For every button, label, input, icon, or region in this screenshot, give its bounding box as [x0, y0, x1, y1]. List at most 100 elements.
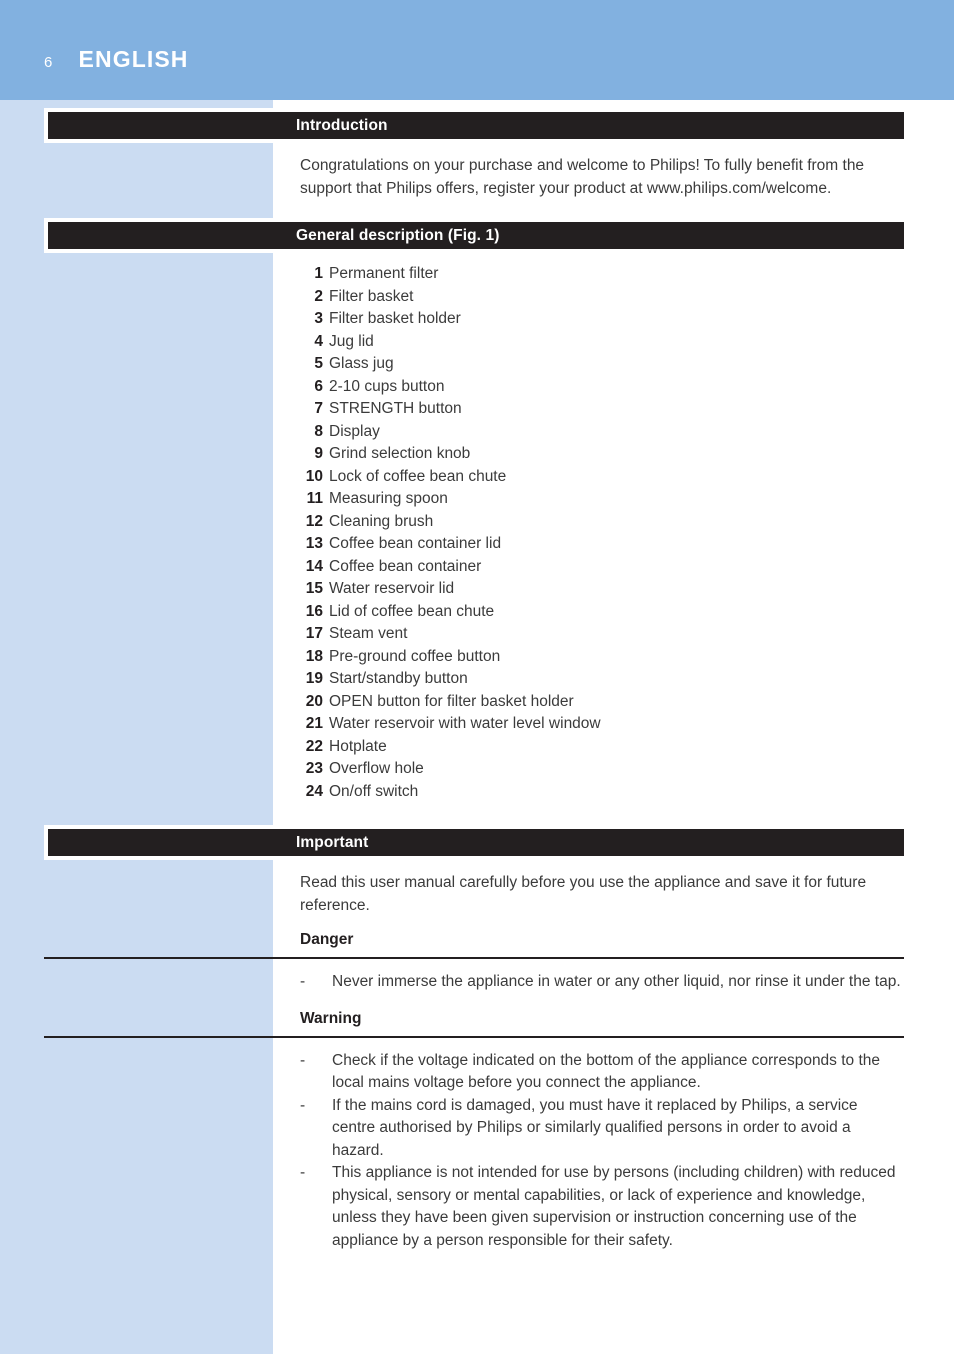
bullet-dash: - — [300, 1164, 306, 1181]
list-item: 2 Filter basket — [298, 286, 904, 309]
part-label: Cleaning brush — [329, 512, 434, 530]
list-item: 16 Lid of coffee bean chute — [298, 601, 904, 624]
part-label: Hotplate — [329, 737, 387, 755]
introduction-body: Congratulations on your purchase and wel… — [300, 155, 904, 200]
part-number: 6 — [314, 377, 323, 395]
part-number: 5 — [314, 355, 323, 372]
list-item: 17 Steam vent — [298, 623, 904, 646]
part-number: 10 — [305, 467, 323, 485]
header-title-group: 6 ENGLISH — [44, 46, 188, 73]
part-number: 21 — [305, 715, 323, 732]
page-number: 6 — [44, 54, 53, 71]
part-label: Jug lid — [329, 332, 374, 350]
sub-heading-danger: Danger — [300, 931, 354, 948]
section-bar-important: Important — [44, 825, 908, 860]
part-number: 18 — [305, 647, 323, 665]
list-item: 3 Filter basket holder — [298, 308, 904, 331]
list-item: 20 OPEN button for filter basket holder — [298, 691, 904, 714]
part-number: 3 — [314, 310, 323, 327]
list-item: 19 Start/standby button — [298, 668, 904, 691]
part-label: 2-10 cups button — [329, 377, 445, 395]
page-header-band: 6 ENGLISH — [0, 0, 954, 100]
introduction-paragraph: Congratulations on your purchase and wel… — [300, 157, 865, 197]
bullet-text: This appliance is not intended for use b… — [332, 1164, 896, 1249]
list-item: 18 Pre-ground coffee button — [298, 646, 904, 669]
part-label: Pre-ground coffee button — [329, 647, 501, 665]
danger-heading-wrap: Danger — [300, 929, 904, 951]
part-number: 17 — [305, 625, 323, 642]
part-number: 2 — [314, 287, 323, 305]
page-content: Introduction Congratulations on your pur… — [0, 100, 954, 1252]
important-paragraph: Read this user manual carefully before y… — [300, 874, 867, 914]
part-number: 20 — [305, 692, 323, 710]
list-item: 6 2-10 cups button — [298, 376, 904, 399]
list-item: - This appliance is not intended for use… — [300, 1162, 904, 1252]
list-item: 22 Hotplate — [298, 736, 904, 759]
part-number: 7 — [314, 400, 323, 417]
list-item: 5 Glass jug — [298, 353, 904, 376]
part-label: Coffee bean container — [329, 557, 482, 575]
bullet-dash: - — [300, 1096, 306, 1114]
list-item: 10 Lock of coffee bean chute — [298, 466, 904, 489]
list-item: 13 Coffee bean container lid — [298, 533, 904, 556]
part-label: Grind selection knob — [329, 445, 471, 462]
section-title-general-description: General description (Fig. 1) — [296, 226, 500, 244]
list-item: 23 Overflow hole — [298, 758, 904, 781]
section-bar-introduction: Introduction — [44, 108, 908, 143]
part-number: 8 — [314, 422, 323, 440]
part-number: 22 — [305, 737, 323, 755]
part-label: OPEN button for filter basket holder — [329, 692, 574, 710]
list-item: - Check if the voltage indicated on the … — [300, 1050, 904, 1095]
list-item: 12 Cleaning brush — [298, 511, 904, 534]
part-label: Glass jug — [329, 355, 394, 372]
list-item: 9 Grind selection knob — [298, 443, 904, 466]
page-title: ENGLISH — [78, 46, 189, 72]
section-bar-general-description: General description (Fig. 1) — [44, 218, 908, 253]
part-label: Water reservoir lid — [329, 580, 455, 597]
part-label: Measuring spoon — [329, 490, 448, 507]
part-number: 1 — [314, 265, 323, 282]
list-item: 4 Jug lid — [298, 331, 904, 354]
part-label: Coffee bean container lid — [329, 535, 502, 552]
part-number: 12 — [305, 512, 323, 530]
part-label: Start/standby button — [329, 670, 468, 687]
part-label: Water reservoir with water level window — [329, 715, 601, 732]
part-label: Filter basket holder — [329, 310, 461, 327]
list-item: 1 Permanent filter — [298, 263, 904, 286]
list-item: 11 Measuring spoon — [298, 488, 904, 511]
warning-bullet-list: - Check if the voltage indicated on the … — [300, 1050, 904, 1253]
part-number: 16 — [305, 602, 323, 620]
list-item: - Never immerse the appliance in water o… — [300, 971, 904, 994]
part-label: On/off switch — [329, 782, 419, 800]
part-label: Lock of coffee bean chute — [329, 467, 507, 485]
part-label: Steam vent — [329, 625, 408, 642]
section-title-introduction: Introduction — [296, 116, 388, 134]
bullet-dash: - — [300, 1051, 306, 1069]
bullet-dash: - — [300, 973, 306, 990]
list-item: 15 Water reservoir lid — [298, 578, 904, 601]
section-title-important: Important — [296, 833, 369, 851]
bullet-text: Never immerse the appliance in water or … — [332, 973, 901, 990]
parts-list: 1 Permanent filter 2 Filter basket 3 Filter… — [298, 263, 904, 803]
part-number: 11 — [306, 490, 323, 507]
part-label: Lid of coffee bean chute — [329, 602, 495, 620]
section-bar-inner: General description (Fig. 1) — [48, 222, 904, 249]
list-item: 7 STRENGTH button — [298, 398, 904, 421]
part-label: STRENGTH button — [329, 400, 462, 417]
part-label: Overflow hole — [329, 760, 424, 777]
manual-page: 6 ENGLISH Introduction Congratulations o… — [0, 0, 954, 1354]
important-body: Read this user manual carefully before y… — [300, 872, 904, 917]
part-number: 14 — [305, 557, 323, 575]
list-item: 14 Coffee bean container — [298, 556, 904, 579]
list-item: 24 On/off switch — [298, 781, 904, 804]
sub-heading-warning: Warning — [300, 1009, 362, 1027]
danger-bullet-list: - Never immerse the appliance in water o… — [300, 971, 904, 994]
bullet-text: If the mains cord is damaged, you must h… — [332, 1096, 858, 1159]
